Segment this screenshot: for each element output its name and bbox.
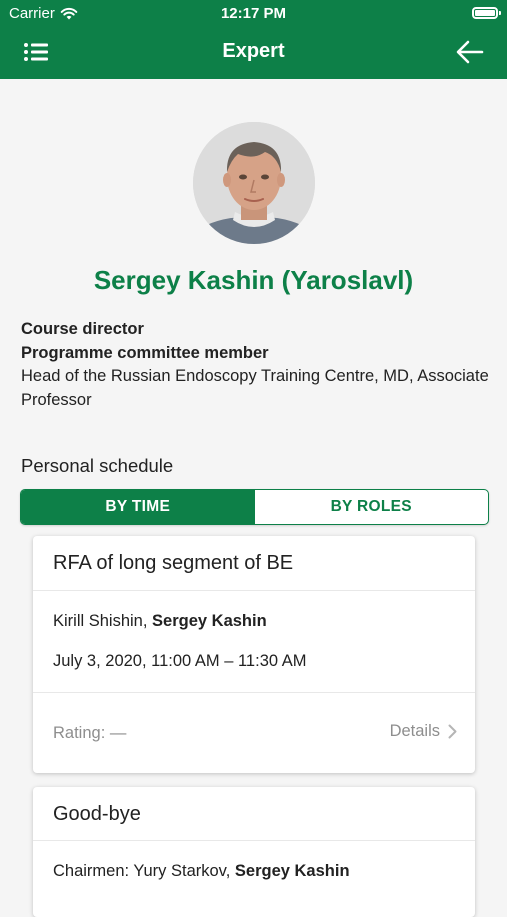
event-rating: Rating: — (53, 724, 127, 742)
status-bar: Carrier 12:17 PM (0, 0, 507, 26)
expert-role: Course director (21, 320, 144, 338)
expert-name: Sergey Kashin (Yaroslavl) (93, 265, 414, 295)
event-datetime: July 3, 2020, 11:00 AM – 11:30 AM (53, 652, 307, 670)
tab-by-roles[interactable]: BY ROLES (255, 490, 489, 524)
speaker-highlight: Sergey Kashin (234, 862, 350, 880)
card-divider (33, 840, 475, 841)
expert-photo (193, 122, 315, 244)
tab-by-time[interactable]: BY TIME (21, 490, 255, 524)
back-button[interactable] (455, 38, 485, 66)
event-speakers: Chairmen: Yury Starkov, Sergey Kashin (53, 862, 350, 881)
event-speakers: Kirill Shishin, Sergey Kashin (53, 612, 267, 631)
event-card[interactable]: RFA of long segment of BE Kirill Shishin… (33, 536, 475, 773)
arrow-left-icon (456, 40, 484, 64)
speakers-names: Kirill Shishin, (53, 612, 153, 630)
expert-description: Head of the Russian Endoscopy Training C… (21, 367, 489, 409)
page-title: Expert (222, 40, 285, 62)
event-card[interactable]: Good-bye Chairmen: Yury Starkov, Sergey … (33, 787, 475, 917)
event-title: RFA of long segment of BE (53, 552, 294, 574)
details-link[interactable]: Details (390, 722, 457, 741)
event-title: Good-bye (53, 803, 141, 825)
details-label: Details (389, 722, 440, 740)
speakers-names: Chairmen: Yury Starkov, (53, 862, 235, 880)
expert-role: Programme committee member (21, 343, 269, 362)
chevron-right-icon (448, 724, 457, 739)
app-header: Carrier 12:17 PM Expert (0, 0, 507, 79)
battery-icon (472, 7, 501, 19)
speaker-highlight: Sergey Kashin (152, 612, 267, 630)
schedule-title: Personal schedule (21, 455, 174, 476)
status-time: 12:17 PM (220, 5, 287, 22)
navigation-bar: Expert (0, 26, 507, 79)
card-divider (33, 590, 475, 591)
card-divider (33, 692, 475, 693)
expert-bio: Course director Programme committee memb… (21, 318, 491, 412)
schedule-view-toggle: BY TIME BY ROLES (20, 489, 489, 525)
expert-avatar (193, 122, 315, 244)
